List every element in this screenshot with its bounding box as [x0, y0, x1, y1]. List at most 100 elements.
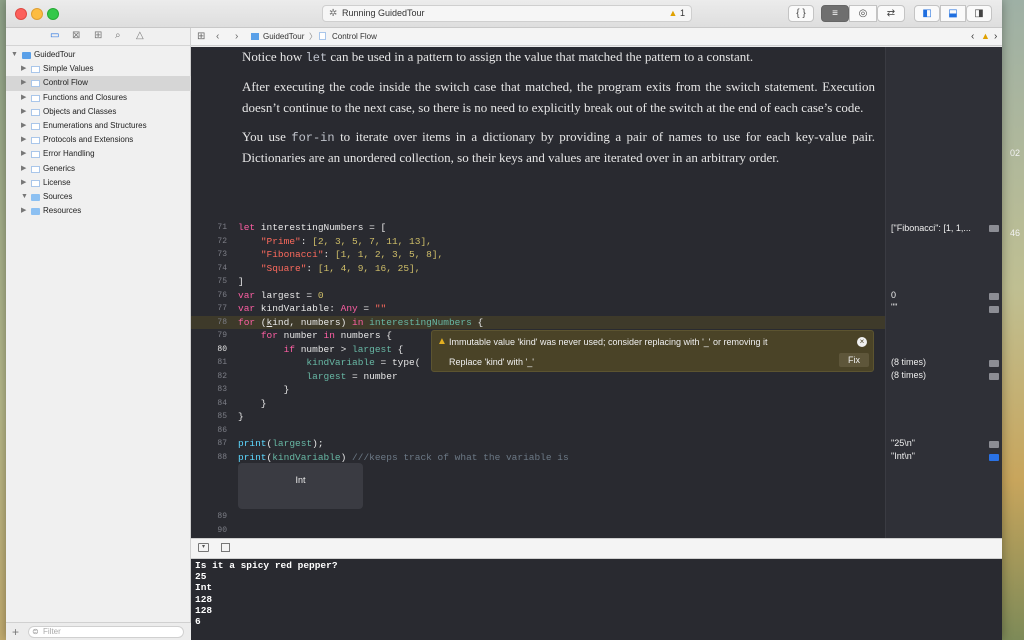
code-line[interactable]: 90 [191, 524, 885, 538]
breadcrumb-project[interactable]: GuidedTour [263, 28, 304, 45]
next-issue-icon[interactable]: › [994, 28, 997, 45]
array-literal: [1, 1, 2, 3, 5, 8], [334, 249, 444, 260]
code-line[interactable]: 84 } [191, 397, 885, 411]
code-line[interactable]: 85} [191, 410, 885, 424]
inline-result-view[interactable]: Int [238, 463, 363, 509]
quick-look-icon[interactable] [989, 306, 999, 313]
console-line: 6 [195, 616, 201, 628]
assistant-editor-button[interactable]: ◎ [849, 5, 877, 22]
array-literal: [2, 3, 5, 7, 11, 13], [312, 235, 432, 247]
tree-item-error-handling[interactable]: ▶ Error Handling [6, 147, 191, 161]
line-number: 85 [217, 412, 227, 421]
source-editor[interactable]: Notice how let can be used in a pattern … [191, 47, 885, 538]
spinner-icon: ✲ [329, 8, 338, 19]
console-toggle-icon[interactable] [221, 543, 230, 552]
search-icon[interactable]: ⌕ [115, 30, 121, 41]
toggle-inspector-button[interactable]: ◨ [966, 5, 992, 22]
show-result-icon[interactable] [989, 454, 999, 461]
tree-item-guidedtour[interactable]: ▼ GuidedTour [6, 48, 191, 62]
close-icon[interactable]: × [857, 337, 867, 347]
line-number: 71 [217, 223, 227, 232]
hide-debug-area-icon[interactable]: ▾ [198, 543, 209, 552]
quick-look-icon[interactable] [989, 441, 999, 448]
tree-item-generics[interactable]: ▶ Generics [6, 162, 191, 176]
tree-item-objects[interactable]: ▶ Objects and Classes [6, 105, 191, 119]
string-literal: "Fibonacci" [260, 249, 324, 260]
tree-item-simple-values[interactable]: ▶ Simple Values [6, 62, 191, 76]
version-editor-button[interactable]: ⇄ [877, 5, 905, 22]
disclosure-collapsed-icon[interactable]: ▶ [21, 204, 26, 218]
disclosure-collapsed-icon[interactable]: ▶ [21, 76, 26, 90]
quick-look-icon[interactable] [989, 373, 999, 380]
code-line[interactable]: 72 "Prime": [2, 3, 5, 7, 11, 13], [191, 235, 885, 249]
quick-look-icon[interactable] [989, 360, 999, 367]
code-line[interactable]: 89 [191, 510, 885, 524]
code-comment: ///keeps track of what the variable is [352, 451, 569, 463]
code-line[interactable]: 86 [191, 424, 885, 438]
toggle-navigator-button[interactable]: ◧ [914, 5, 940, 22]
symbol-icon[interactable]: ⊞ [94, 30, 102, 41]
code-line-warning[interactable]: 78 for (kind, numbers) in interestingNumb… [191, 315, 885, 329]
warning-icon[interactable]: ▲ [981, 28, 990, 45]
previous-issue-icon[interactable]: ‹ [971, 28, 974, 45]
breadcrumb-page[interactable]: Control Flow [332, 28, 377, 45]
minimize-window-button[interactable] [31, 8, 43, 20]
add-icon[interactable]: + [12, 625, 19, 639]
tree-item-sources[interactable]: ▼ Sources [6, 190, 191, 204]
quick-look-icon[interactable] [989, 225, 999, 232]
disclosure-collapsed-icon[interactable]: ▶ [21, 147, 26, 161]
code-line[interactable]: 76 var largest = 0 [191, 289, 885, 303]
navigator-tabs: ▭ ⊠ ⊞ ⌕ △ [6, 28, 191, 46]
breadcrumb-separator-icon: 〉 [309, 32, 317, 41]
disclosure-expanded-icon[interactable]: ▼ [21, 190, 28, 204]
tree-item-license[interactable]: ▶ License [6, 176, 191, 190]
code-line[interactable]: 73 "Fibonacci": [1, 1, 2, 3, 5, 8], [191, 248, 885, 262]
code-line[interactable]: 71 let interestingNumbers = [ [191, 221, 885, 235]
code-line[interactable]: 75] [191, 275, 885, 289]
toggle-debug-area-button[interactable]: ⬓ [940, 5, 966, 22]
back-arrow-icon[interactable]: ‹ [216, 28, 219, 45]
tree-item-functions[interactable]: ▶ Functions and Closures [6, 91, 191, 105]
code-line[interactable]: 74 "Square": [1, 4, 9, 16, 25], [191, 262, 885, 276]
result-value: 0 [891, 290, 897, 300]
fix-it-description[interactable]: Replace 'kind' with '_' [449, 357, 534, 367]
tree-item-enumerations[interactable]: ▶ Enumerations and Structures [6, 119, 191, 133]
standard-editor-button[interactable]: ≡ [821, 5, 849, 22]
disclosure-collapsed-icon[interactable]: ▶ [21, 133, 26, 147]
code-line[interactable]: 87 print(largest); [191, 437, 885, 451]
disclosure-collapsed-icon[interactable]: ▶ [21, 162, 26, 176]
filter-input[interactable]: ⊜ Filter [28, 626, 184, 638]
navigator-panel-icon: ◧ [922, 8, 932, 19]
forward-arrow-icon[interactable]: › [235, 28, 238, 45]
filter-placeholder: Filter [43, 627, 61, 636]
code-line[interactable]: 83 } [191, 383, 885, 397]
text: to iterate over items in a dictionary by… [242, 128, 875, 166]
console-output[interactable]: Is it a spicy red pepper? 25 Int 128 128… [191, 559, 1002, 640]
related-items-icon[interactable]: ⊞ [197, 28, 205, 45]
tree-item-control-flow[interactable]: ▶ Control Flow [6, 76, 191, 91]
line-number: 79 [217, 331, 227, 340]
disclosure-expanded-icon[interactable]: ▼ [11, 48, 18, 62]
fix-button[interactable]: Fix [839, 353, 869, 367]
folder-icon[interactable]: ▭ [50, 30, 59, 41]
code-line[interactable]: 88 print(kindVariable) ///keeps track of … [191, 451, 885, 465]
close-window-button[interactable] [15, 8, 27, 20]
disclosure-collapsed-icon[interactable]: ▶ [21, 105, 26, 119]
warning-count-badge[interactable]: ▲ 1 [669, 6, 685, 21]
debug-bar: ▾ [191, 538, 1002, 559]
line-number: 88 [217, 452, 227, 462]
tree-item-resources[interactable]: ▶ Resources [6, 204, 191, 218]
source-control-icon[interactable]: ⊠ [72, 30, 80, 41]
disclosure-collapsed-icon[interactable]: ▶ [21, 91, 26, 105]
tree-item-protocols[interactable]: ▶ Protocols and Extensions [6, 133, 191, 147]
zoom-window-button[interactable] [47, 8, 59, 20]
library-button[interactable]: { } [788, 5, 814, 22]
disclosure-collapsed-icon[interactable]: ▶ [21, 176, 26, 190]
code-line[interactable]: 77 var kindVariable: Any = "" [191, 302, 885, 316]
disclosure-collapsed-icon[interactable]: ▶ [21, 62, 26, 76]
quick-look-icon[interactable] [989, 293, 999, 300]
issue-icon[interactable]: △ [136, 30, 144, 41]
result-value: "Int\n" [891, 451, 915, 461]
paragraph: After executing the code inside the swit… [242, 79, 875, 115]
disclosure-collapsed-icon[interactable]: ▶ [21, 119, 26, 133]
